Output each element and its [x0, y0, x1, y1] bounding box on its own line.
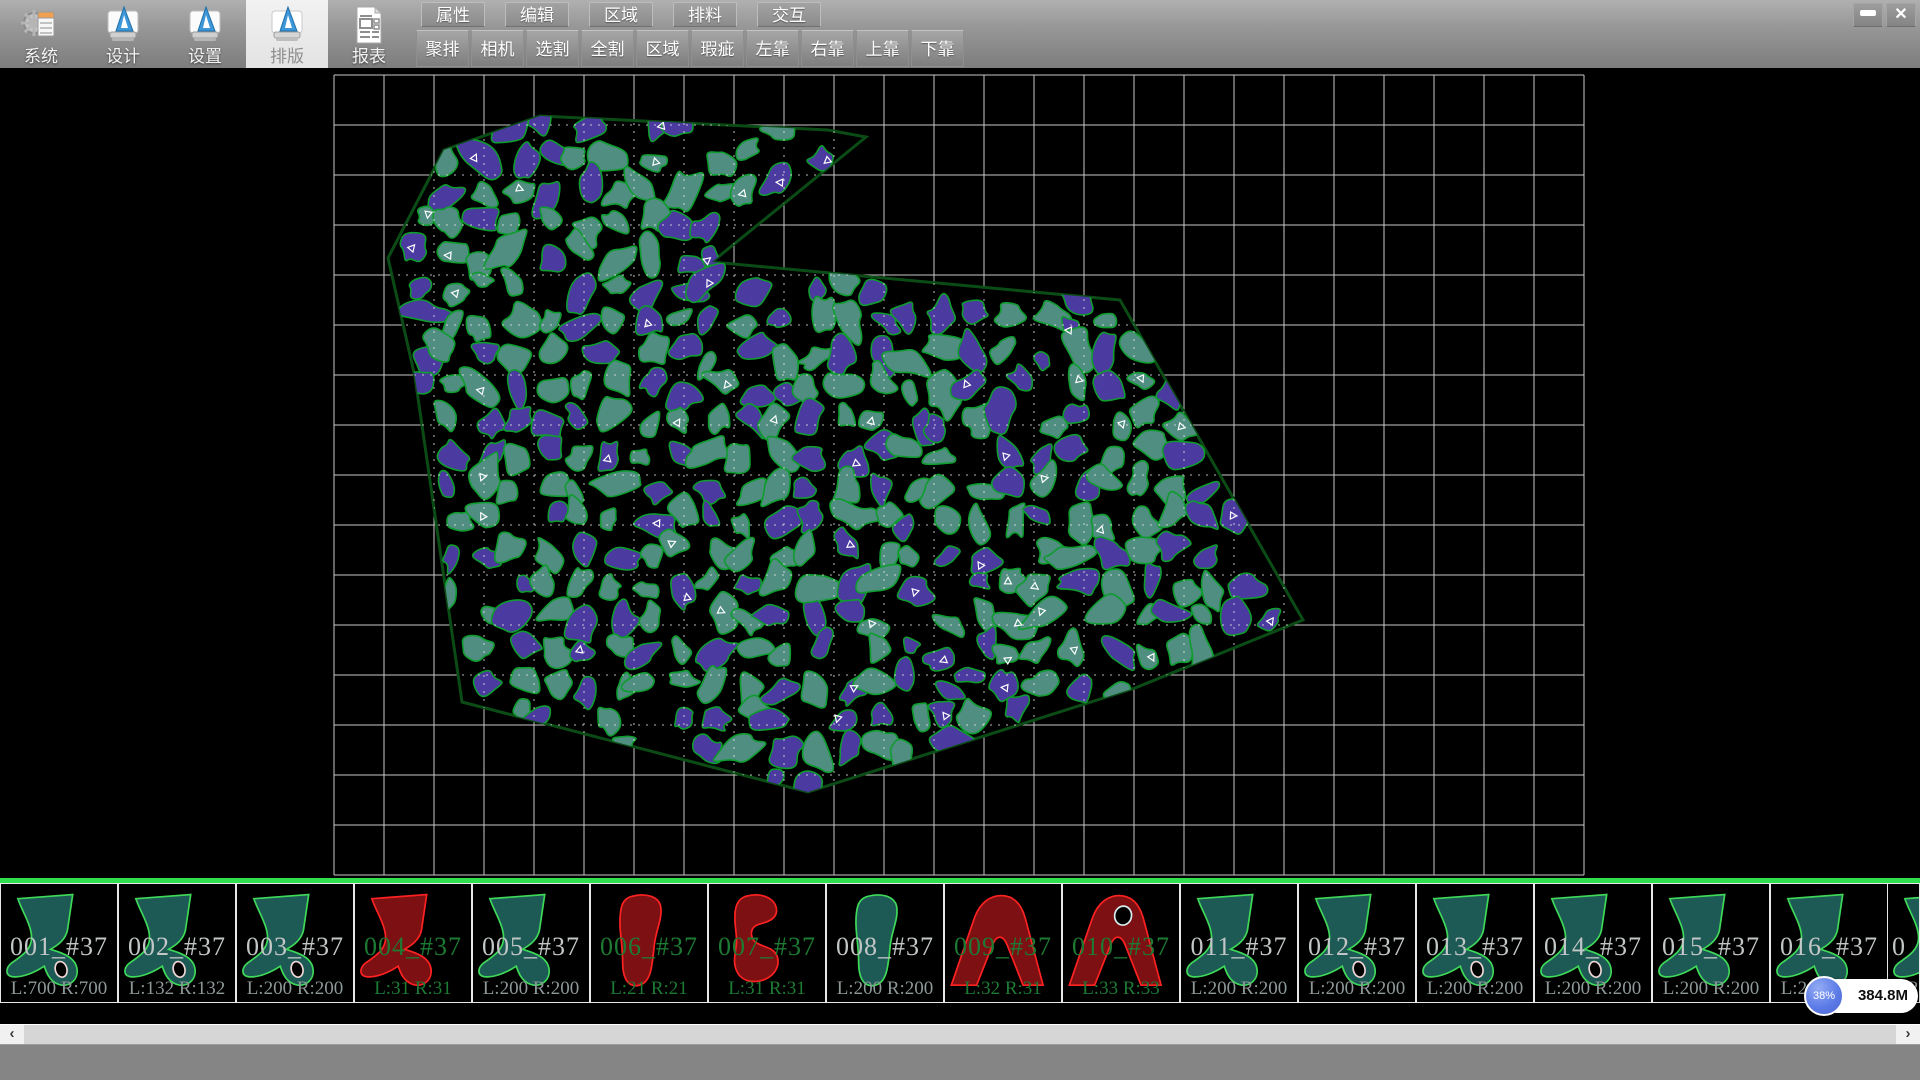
- scroll-right-button[interactable]: ›: [1896, 1025, 1920, 1044]
- percent-circle: 38%: [1804, 976, 1844, 1016]
- part-thumbnail[interactable]: 011_#37 L:200 R:200: [1180, 883, 1298, 1003]
- toolbar-button-layout[interactable]: 排版: [246, 0, 328, 68]
- toolbar-button-report[interactable]: 报表: [328, 0, 410, 68]
- part-label: 003_#37: [237, 932, 353, 962]
- settings-ruler-icon: [183, 3, 227, 47]
- ribbon-item-8[interactable]: 右靠: [801, 30, 854, 67]
- part-label: 013_#37: [1417, 932, 1533, 962]
- part-label: 005_#37: [473, 932, 589, 962]
- part-label: 011_#37: [1181, 932, 1297, 962]
- close-button[interactable]: ✕: [1886, 3, 1916, 27]
- status-bar: [0, 1044, 1920, 1080]
- part-lr-count: L:33 R:33: [1063, 978, 1179, 1000]
- horizontal-scrollbar[interactable]: ‹ ›: [0, 1024, 1920, 1044]
- part-lr-count: L:32 R:31: [945, 978, 1061, 1000]
- part-thumbnail[interactable]: 015_#37 L:200 R:200: [1652, 883, 1770, 1003]
- part-label: 014_#37: [1535, 932, 1651, 962]
- memory-value: 384.8M: [1858, 987, 1908, 1004]
- part-thumbnail[interactable]: 009_#37 L:32 R:31: [944, 883, 1062, 1003]
- part-thumbnail[interactable]: 014_#37 L:200 R:200: [1534, 883, 1652, 1003]
- toolbar-button-label: 设置: [164, 47, 246, 67]
- part-thumbnail[interactable]: 006_#37 L:21 R:21: [590, 883, 708, 1003]
- ribbon-item-4[interactable]: 全割: [581, 30, 634, 67]
- menubar-item-2[interactable]: 编辑: [505, 2, 569, 27]
- part-lr-count: L:200 R:200: [1535, 978, 1651, 1000]
- part-label: 004_#37: [355, 932, 471, 962]
- part-lr-count: L:700 R:700: [1, 978, 117, 1000]
- toolbar-button-label: 排版: [246, 47, 328, 67]
- part-thumbnail[interactable]: 007_#37 L:31 R:31: [708, 883, 826, 1003]
- part-label: 002_#37: [119, 932, 235, 962]
- toolbar-button-label: 设计: [82, 47, 164, 67]
- ribbon-item-6[interactable]: 瑕疵: [691, 30, 744, 67]
- part-label: 016_#37: [1771, 932, 1887, 962]
- part-label: 007_#37: [709, 932, 825, 962]
- part-thumbnail[interactable]: 002_#37 L:132 R:132: [118, 883, 236, 1003]
- menubar-item-5[interactable]: 交互: [757, 2, 821, 27]
- percent-value: 38%: [1813, 990, 1835, 1002]
- part-label: 012_#37: [1299, 932, 1415, 962]
- part-lr-count: L:200 R:200: [1181, 978, 1297, 1000]
- ribbon-item-5[interactable]: 区域: [636, 30, 689, 67]
- report-doc-icon: [347, 3, 391, 47]
- nesting-canvas[interactable]: [0, 68, 1920, 878]
- menubar-item-4[interactable]: 排料: [673, 2, 737, 27]
- system-gear-icon: [19, 3, 63, 47]
- menubar-item-3[interactable]: 区域: [589, 2, 653, 27]
- toolbar-button-label: 系统: [0, 47, 82, 67]
- part-lr-count: L:200 R:200: [1299, 978, 1415, 1000]
- part-lr-count: L:200 R:200: [473, 978, 589, 1000]
- part-thumbnail[interactable]: 001_#37 L:700 R:700: [0, 883, 118, 1003]
- app-window: 系统设计设置排版报表 属性编辑区域排料交互 聚排相机选割全割区域瑕疵左靠右靠上靠…: [0, 0, 1920, 1080]
- part-lr-count: L:200 R:200: [1417, 978, 1533, 1000]
- toolbar-button-design[interactable]: 设计: [82, 0, 164, 68]
- design-ruler-icon: [101, 3, 145, 47]
- ribbon-item-2[interactable]: 相机: [471, 30, 524, 67]
- layout-ruler-icon: [265, 3, 309, 47]
- minimize-icon: [1860, 10, 1876, 16]
- part-label: 008_#37: [827, 932, 943, 962]
- part-thumbnail[interactable]: 004_#37 L:31 R:31: [354, 883, 472, 1003]
- minimize-button[interactable]: [1853, 3, 1883, 27]
- menubar-item-1[interactable]: 属性: [421, 2, 485, 27]
- memory-usage-badge: 384.8M 38%: [1804, 976, 1918, 1016]
- part-thumbnail[interactable]: 013_#37 L:200 R:200: [1416, 883, 1534, 1003]
- part-lr-count: L:200 R:200: [237, 978, 353, 1000]
- toolbar-button-settings[interactable]: 设置: [164, 0, 246, 68]
- part-thumbnail[interactable]: 005_#37 L:200 R:200: [472, 883, 590, 1003]
- ribbon-item-9[interactable]: 上靠: [856, 30, 909, 67]
- part-label: 015_#37: [1653, 932, 1769, 962]
- ribbon-item-3[interactable]: 选割: [526, 30, 579, 67]
- part-thumbnail[interactable]: 012_#37 L:200 R:200: [1298, 883, 1416, 1003]
- ribbon-item-7[interactable]: 左靠: [746, 30, 799, 67]
- part-thumbnail[interactable]: 008_#37 L:200 R:200: [826, 883, 944, 1003]
- toolbar-button-label: 报表: [328, 47, 410, 67]
- nesting-viewport[interactable]: [0, 68, 1920, 878]
- part-lr-count: L:132 R:132: [119, 978, 235, 1000]
- part-lr-count: L:200 R:200: [1653, 978, 1769, 1000]
- part-label: 010_#37: [1063, 932, 1179, 962]
- ribbon-item-10[interactable]: 下靠: [911, 30, 964, 67]
- part-label: 009_#37: [945, 932, 1061, 962]
- part-lr-count: L:31 R:31: [355, 978, 471, 1000]
- part-lr-count: L:31 R:31: [709, 978, 825, 1000]
- strip-bottom-gap: [0, 1003, 1920, 1024]
- ribbon-item-1[interactable]: 聚排: [416, 30, 469, 67]
- toolbar-button-system[interactable]: 系统: [0, 0, 82, 68]
- part-label: 0: [1892, 932, 1919, 962]
- parts-strip: 001_#37 L:700 R:700002_#37 L:132 R:132003_…: [0, 883, 1920, 1003]
- part-label: 001_#37: [1, 932, 117, 962]
- part-thumbnail[interactable]: 003_#37 L:200 R:200: [236, 883, 354, 1003]
- part-label: 006_#37: [591, 932, 707, 962]
- scroll-left-button[interactable]: ‹: [0, 1025, 24, 1044]
- part-lr-count: L:200 R:200: [827, 978, 943, 1000]
- main-toolbar: 系统设计设置排版报表 属性编辑区域排料交互 聚排相机选割全割区域瑕疵左靠右靠上靠…: [0, 0, 1920, 68]
- close-icon: ✕: [1894, 6, 1907, 23]
- part-lr-count: L:21 R:21: [591, 978, 707, 1000]
- part-thumbnail[interactable]: 010_#37 L:33 R:33: [1062, 883, 1180, 1003]
